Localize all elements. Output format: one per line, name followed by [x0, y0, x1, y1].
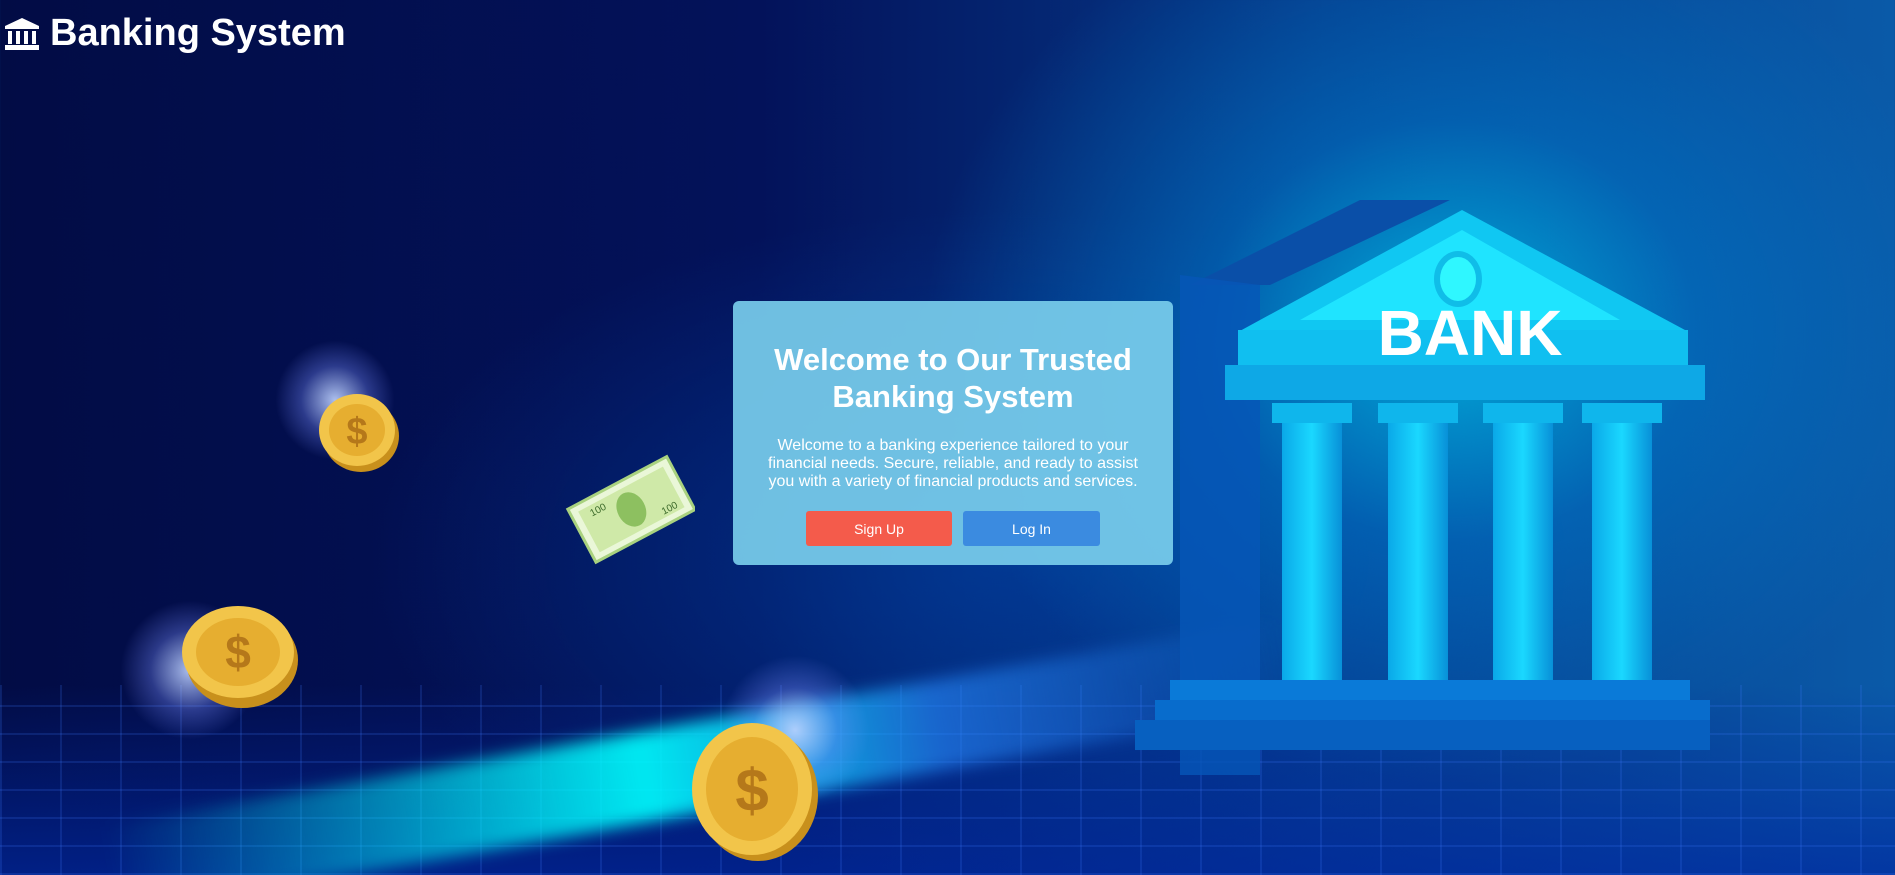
welcome-card: Welcome to Our Trusted Banking System We…: [733, 301, 1173, 565]
dollar-coin-icon: $: [692, 723, 818, 861]
dollar-coin-icon: $: [182, 606, 298, 708]
app-title: Banking System: [50, 12, 346, 54]
welcome-heading: Welcome to Our Trusted Banking System: [774, 342, 1132, 414]
banknote-icon: 100 100: [565, 454, 695, 565]
sign-up-button[interactable]: Sign Up: [806, 511, 952, 546]
svg-text:$: $: [346, 411, 367, 453]
bank-icon: [5, 17, 39, 50]
bank-sign-text: BANK: [1378, 297, 1563, 369]
bank-building-illustration: BANK: [1135, 200, 1710, 775]
action-buttons: Sign Up Log In: [763, 511, 1143, 546]
log-in-button[interactable]: Log In: [963, 511, 1100, 546]
welcome-description: Welcome to a banking experience tailored…: [768, 437, 1138, 490]
dollar-coin-icon: $: [319, 394, 399, 472]
svg-text:$: $: [225, 626, 251, 678]
svg-text:$: $: [735, 757, 768, 824]
app-header: Banking System: [4, 12, 346, 55]
